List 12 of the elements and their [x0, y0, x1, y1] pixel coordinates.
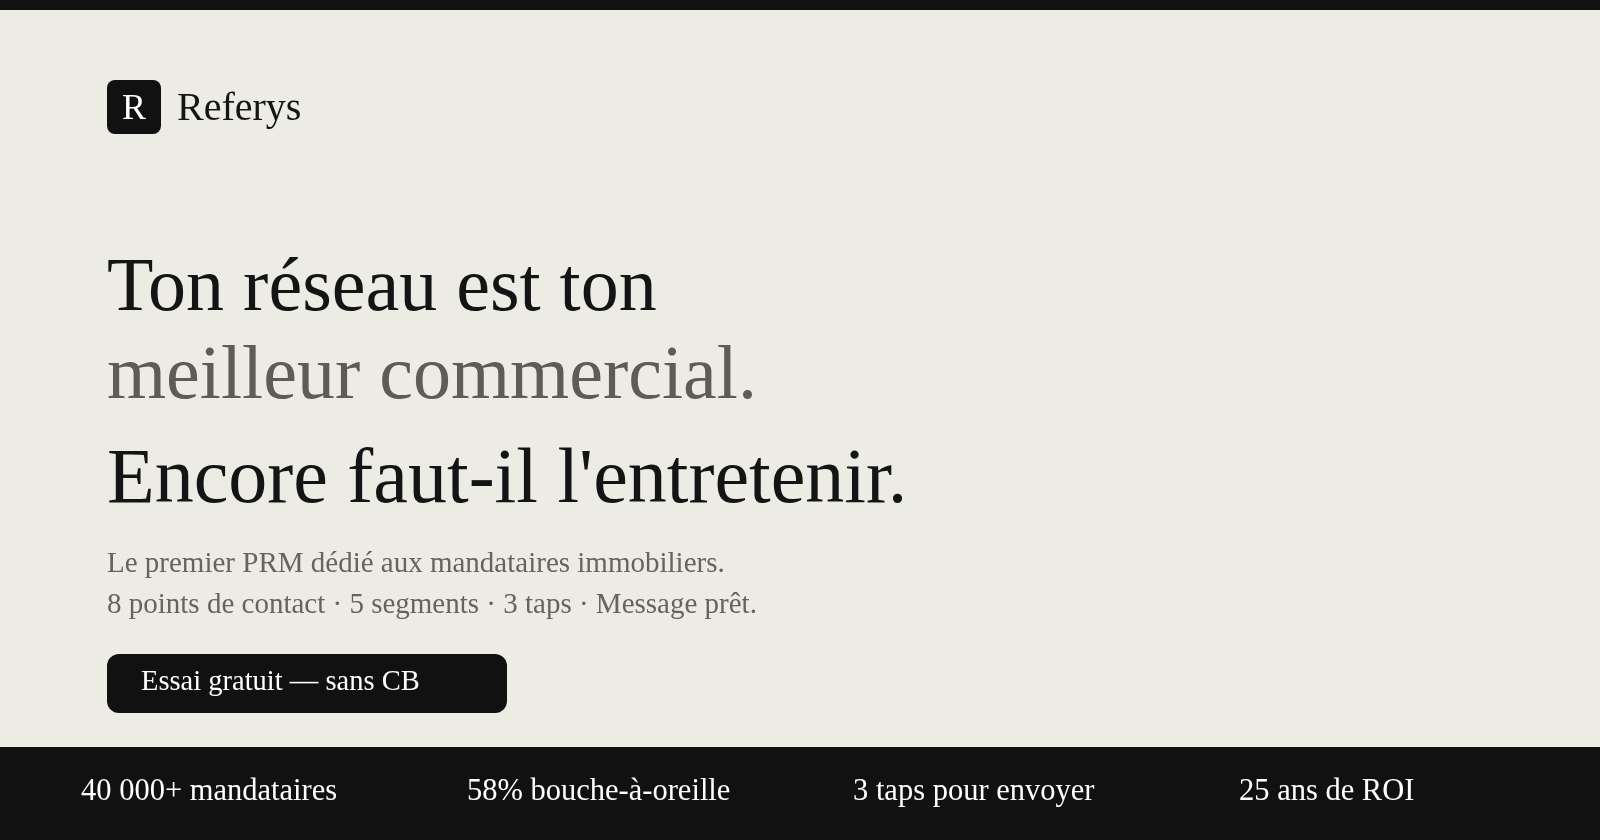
- headline-line: meilleur commercial.: [107, 329, 757, 416]
- brand-name: Referys: [177, 87, 302, 127]
- tagline: Encore faut-il l'entretenir.: [107, 431, 908, 521]
- stat-text: 40 000+ mandataires: [81, 772, 338, 807]
- description-text: Le premier PRM dédié aux mandataires immobiliers.: [107, 545, 725, 580]
- logo-mark: R: [107, 80, 161, 134]
- stat-text: 58% bouche-à-oreille: [467, 772, 731, 807]
- description-text: 8 points de contact · 5 segments · 3 taps · Message prêt.: [107, 586, 757, 621]
- headline-line: Ton réseau est ton: [107, 241, 657, 328]
- cta-button[interactable]: Essai gratuit — sans CB: [107, 654, 507, 713]
- stat-text: 25 ans de ROI: [1239, 772, 1415, 807]
- stat-text: 3 taps pour envoyer: [853, 772, 1095, 807]
